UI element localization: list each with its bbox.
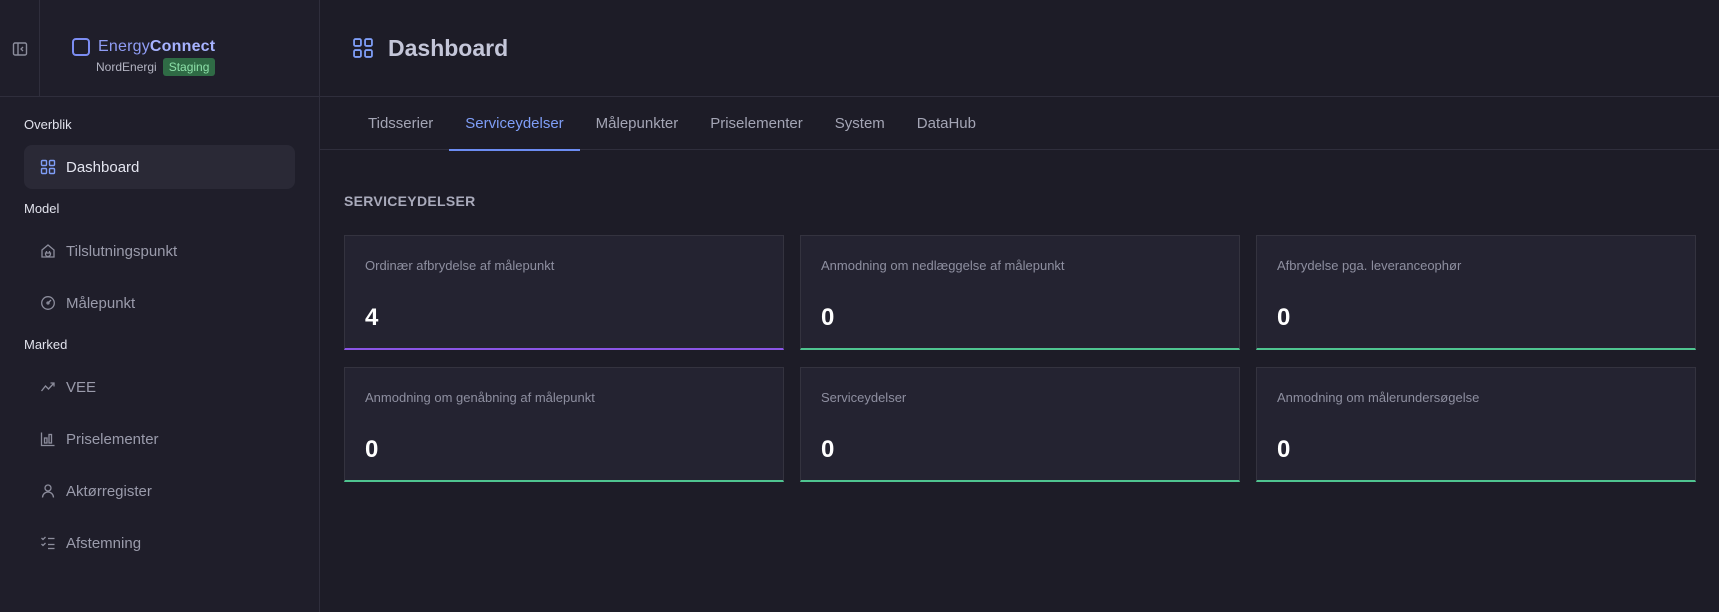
trend-icon — [40, 382, 55, 392]
checklist-icon — [41, 536, 55, 550]
stat-card-value: 0 — [1277, 304, 1291, 331]
tab-bar: Tidsserier Serviceydelser Målepunkter Pr… — [320, 97, 1719, 151]
stat-card[interactable]: Ordinær afbrydelse af målepunkt 4 — [344, 235, 784, 350]
stat-card-value: 4 — [365, 304, 379, 331]
sidebar-item-label: Priselementer — [66, 430, 159, 448]
page-title: Dashboard — [388, 34, 509, 61]
sidebar-item-priselementer[interactable]: Priselementer — [24, 417, 295, 461]
gauge-icon — [41, 296, 55, 310]
stat-card-label: Anmodning om nedlæggelse af målepunkt — [821, 258, 1065, 273]
user-icon — [41, 484, 55, 498]
stat-card[interactable]: Anmodning om nedlæggelse af målepunkt 0 — [800, 235, 1240, 350]
stat-card-label: Serviceydelser — [821, 390, 907, 405]
stat-card[interactable]: Anmodning om genåbning af målepunkt 0 — [344, 367, 784, 482]
tab-tidsserier[interactable]: Tidsserier — [368, 97, 449, 150]
grid-icon — [353, 38, 373, 58]
house-plug-icon — [41, 244, 55, 258]
sidebar-item-label: Dashboard — [66, 158, 140, 176]
grid-icon — [40, 159, 56, 175]
stat-card-value: 0 — [1277, 436, 1291, 463]
tab-malepunkter[interactable]: Målepunkter — [580, 97, 695, 150]
organization: NordEnergi Staging — [96, 58, 216, 76]
stat-card-value: 0 — [365, 436, 379, 463]
stat-card-value: 0 — [821, 304, 835, 331]
stat-card-label: Anmodning om genåbning af målepunkt — [365, 390, 595, 405]
brand-square-icon — [72, 38, 90, 56]
brand-logo[interactable]: EnergyConnect — [72, 38, 215, 56]
sidebar-item-label: VEE — [66, 378, 97, 396]
brand-name: EnergyConnect — [98, 38, 216, 55]
price-chart-icon — [40, 432, 55, 447]
sidebar-item-label: Afstemning — [66, 534, 142, 552]
page-header: Dashboard — [320, 0, 1719, 97]
sidebar-collapse-icon — [12, 41, 27, 56]
stat-card[interactable]: Afbrydelse pga. leveranceophør 0 — [1256, 235, 1696, 350]
sidebar-collapse-button[interactable] — [0, 0, 40, 97]
stat-card-label: Afbrydelse pga. leveranceophør — [1277, 258, 1462, 273]
sidebar-item-label: Målepunkt — [66, 294, 136, 312]
tab-system[interactable]: System — [819, 97, 901, 150]
stat-card-label: Anmodning om målerundersøgelse — [1277, 390, 1480, 405]
section-label-overblik: Overblik — [24, 117, 72, 132]
organization-name: NordEnergi — [96, 60, 157, 74]
sidebar-item-aktorregister[interactable]: Aktørregister — [24, 469, 295, 513]
sidebar: EnergyConnect NordEnergi Staging Overbli… — [0, 0, 320, 612]
stat-card-grid: Ordinær afbrydelse af målepunkt 4 Anmodn… — [344, 235, 1696, 482]
stat-card-value: 0 — [821, 436, 835, 463]
sidebar-item-vee[interactable]: VEE — [24, 365, 295, 409]
section-title: SERVICEYDELSER — [344, 193, 476, 209]
sidebar-item-tilslutningspunkt[interactable]: Tilslutningspunkt — [24, 229, 295, 273]
sidebar-header: EnergyConnect NordEnergi Staging — [0, 0, 319, 97]
sidebar-item-dashboard[interactable]: Dashboard — [24, 145, 295, 189]
tab-priselementer[interactable]: Priselementer — [694, 97, 819, 150]
stat-card-label: Ordinær afbrydelse af målepunkt — [365, 258, 555, 273]
stat-card[interactable]: Anmodning om målerundersøgelse 0 — [1256, 367, 1696, 482]
sidebar-item-afstemning[interactable]: Afstemning — [24, 521, 295, 565]
stat-card[interactable]: Serviceydelser 0 — [800, 367, 1240, 482]
sidebar-item-label: Aktørregister — [66, 482, 152, 500]
tab-serviceydelser[interactable]: Serviceydelser — [449, 97, 581, 151]
environment-badge: Staging — [162, 58, 216, 76]
sidebar-item-malepunkt[interactable]: Målepunkt — [24, 281, 295, 325]
section-label-marked: Marked — [24, 337, 68, 352]
tab-datahub[interactable]: DataHub — [901, 97, 992, 150]
sidebar-item-label: Tilslutningspunkt — [66, 242, 178, 260]
section-label-model: Model — [24, 201, 60, 216]
